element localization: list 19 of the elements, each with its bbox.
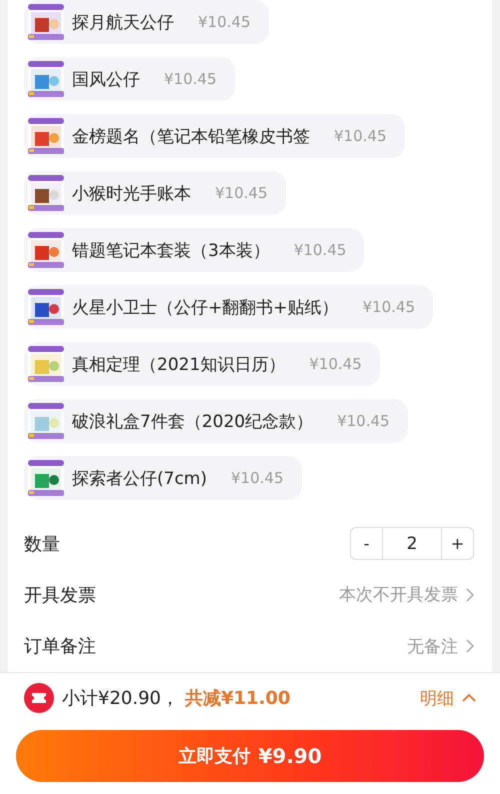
chevron-right-icon xyxy=(466,588,474,602)
row-label: 订单备注 xyxy=(24,635,97,658)
coupon-icon xyxy=(24,683,54,713)
product-chip[interactable]: 破浪礼盒7件套（2020纪念款） ¥10.45 xyxy=(24,399,408,443)
subtotal-text: 小计¥20.90， xyxy=(62,687,179,710)
product-chip[interactable]: 真相定理（2021知识日历） ¥10.45 xyxy=(24,342,380,386)
discount-text: 共减¥11.00 xyxy=(184,687,290,710)
chevron-up-icon xyxy=(462,694,476,702)
pay-button[interactable]: 立即支付 ¥9.90 xyxy=(16,730,484,782)
product-chip[interactable]: 探索者公仔(7cm) ¥10.45 xyxy=(24,456,302,500)
product-chip[interactable]: 小猴时光手账本 ¥10.45 xyxy=(24,171,286,215)
product-chip[interactable]: 金榜题名（笔记本铅笔橡皮书签 ¥10.45 xyxy=(24,114,404,158)
product-chip[interactable]: 错题笔记本套装（3本装） ¥10.45 xyxy=(24,228,364,272)
product-chip[interactable]: 火星小卫士（公仔+翻翻书+贴纸） ¥10.45 xyxy=(24,285,433,329)
product-chip[interactable]: 探月航天公仔 ¥10.45 xyxy=(24,0,268,44)
product-chip[interactable]: 国风公仔 ¥10.45 xyxy=(24,57,234,101)
quantity-label: 数量 xyxy=(24,532,61,556)
chevron-right-icon xyxy=(466,639,474,654)
row-label: 开具发票 xyxy=(24,584,97,607)
